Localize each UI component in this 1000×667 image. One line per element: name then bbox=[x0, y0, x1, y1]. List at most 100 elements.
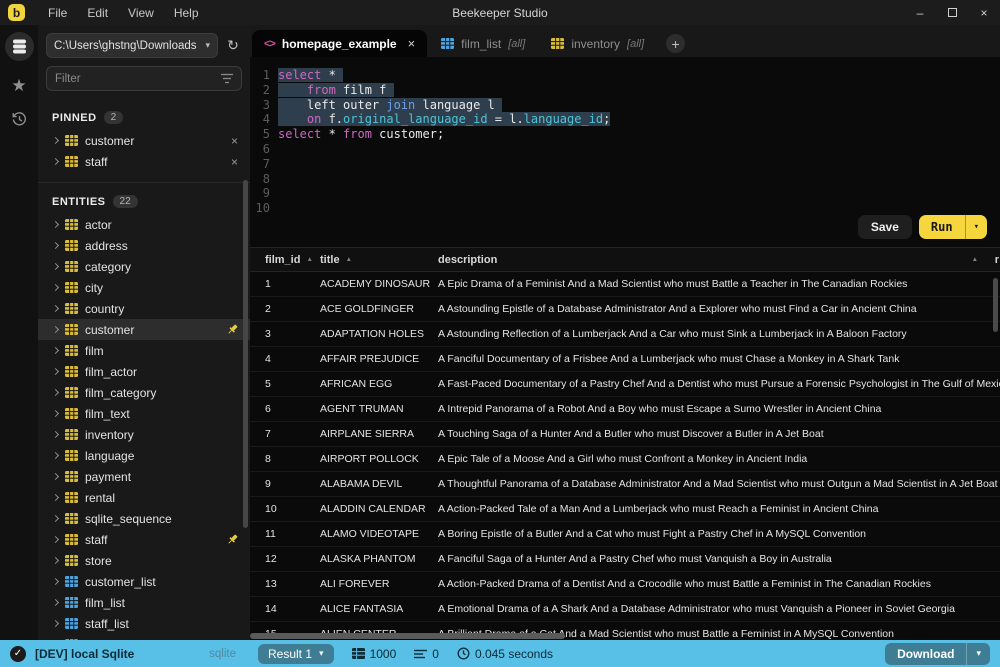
pin-icon[interactable] bbox=[226, 323, 239, 336]
cell-title[interactable]: AGENT TRUMAN bbox=[320, 403, 438, 415]
chevron-right-icon[interactable] bbox=[52, 263, 59, 270]
table-row[interactable]: 13 ALI FOREVER A Action-Packed Drama of … bbox=[250, 572, 1000, 597]
cell-film-id[interactable]: 3 bbox=[250, 328, 320, 340]
chevron-right-icon[interactable] bbox=[52, 578, 59, 585]
cell-film-id[interactable]: 13 bbox=[250, 578, 320, 590]
cell-title[interactable]: ADAPTATION HOLES bbox=[320, 328, 438, 340]
entity-item-film_category[interactable]: film_category bbox=[38, 382, 250, 403]
column-header-title[interactable]: title▲ bbox=[320, 254, 438, 266]
entity-item-city[interactable]: city bbox=[38, 277, 250, 298]
tab-inventory[interactable]: inventory [all] bbox=[539, 30, 656, 57]
table-row[interactable]: 3 ADAPTATION HOLES A Astounding Reflecti… bbox=[250, 322, 1000, 347]
cell-title[interactable]: ALABAMA DEVIL bbox=[320, 478, 438, 490]
favorites-icon[interactable]: ★ bbox=[11, 77, 26, 94]
entity-filter[interactable] bbox=[46, 66, 242, 91]
entity-item-inventory[interactable]: inventory bbox=[38, 424, 250, 445]
sort-asc-icon[interactable]: ▲ bbox=[346, 256, 352, 263]
maximize-button[interactable] bbox=[936, 6, 968, 20]
table-row[interactable]: 7 AIRPLANE SIERRA A Touching Saga of a H… bbox=[250, 422, 1000, 447]
sql-editor[interactable]: 1select * 2 from film f 3 left outer joi… bbox=[250, 57, 1000, 247]
entity-item-film[interactable]: film bbox=[38, 340, 250, 361]
cell-title[interactable]: AIRPLANE SIERRA bbox=[320, 428, 438, 440]
chevron-down-icon[interactable]: ▾ bbox=[966, 222, 987, 232]
cell-film-id[interactable]: 12 bbox=[250, 553, 320, 565]
cell-film-id[interactable]: 9 bbox=[250, 478, 320, 490]
pinned-item-staff[interactable]: staff× bbox=[38, 151, 250, 172]
chevron-right-icon[interactable] bbox=[52, 557, 59, 564]
cell-description[interactable]: A Astounding Reflection of a Lumberjack … bbox=[438, 328, 1000, 340]
cell-film-id[interactable]: 6 bbox=[250, 403, 320, 415]
entity-item-rental[interactable]: rental bbox=[38, 487, 250, 508]
tab-homepage_example[interactable]: <>homepage_example× bbox=[252, 30, 427, 57]
column-header-film_id[interactable]: film_id▲ bbox=[250, 254, 320, 266]
connection-select[interactable]: C:\Users\ghstng\Downloads ▾ bbox=[46, 33, 218, 58]
cell-description[interactable]: A Astounding Epistle of a Database Admin… bbox=[438, 303, 1000, 315]
table-row[interactable]: 10 ALADDIN CALENDAR A Action-Packed Tale… bbox=[250, 497, 1000, 522]
cell-film-id[interactable]: 14 bbox=[250, 603, 320, 615]
chevron-right-icon[interactable] bbox=[52, 326, 59, 333]
entity-item-staff[interactable]: staff bbox=[38, 529, 250, 550]
table-row[interactable]: 5 AFRICAN EGG A Fast-Paced Documentary o… bbox=[250, 372, 1000, 397]
cell-film-id[interactable]: 10 bbox=[250, 503, 320, 515]
pin-icon[interactable] bbox=[226, 533, 239, 546]
table-row[interactable]: 2 ACE GOLDFINGER A Astounding Epistle of… bbox=[250, 297, 1000, 322]
entity-item-category[interactable]: category bbox=[38, 256, 250, 277]
results-vertical-scrollbar[interactable] bbox=[993, 278, 998, 332]
save-button[interactable]: Save bbox=[858, 215, 912, 239]
cell-description[interactable]: A Fanciful Saga of a Hunter And a Pastry… bbox=[438, 553, 1000, 565]
sort-asc-icon[interactable]: ▲ bbox=[972, 256, 978, 263]
entity-item-customer_list[interactable]: customer_list bbox=[38, 571, 250, 592]
entity-item-customer[interactable]: customer bbox=[38, 319, 250, 340]
cell-film-id[interactable]: 5 bbox=[250, 378, 320, 390]
entity-item-address[interactable]: address bbox=[38, 235, 250, 256]
cell-film-id[interactable]: 11 bbox=[250, 528, 320, 540]
chevron-right-icon[interactable] bbox=[52, 536, 59, 543]
chevron-right-icon[interactable] bbox=[52, 347, 59, 354]
cell-title[interactable]: ALICE FANTASIA bbox=[320, 603, 438, 615]
chevron-right-icon[interactable] bbox=[52, 368, 59, 375]
tab-film_list[interactable]: film_list [all] bbox=[429, 30, 537, 57]
entity-item-film_text[interactable]: film_text bbox=[38, 403, 250, 424]
cell-film-id[interactable]: 4 bbox=[250, 353, 320, 365]
cell-film-id[interactable]: 1 bbox=[250, 278, 320, 290]
chevron-right-icon[interactable] bbox=[52, 221, 59, 228]
table-row[interactable]: 14 ALICE FANTASIA A Emotional Drama of a… bbox=[250, 597, 1000, 622]
table-row[interactable]: 12 ALASKA PHANTOM A Fanciful Saga of a H… bbox=[250, 547, 1000, 572]
download-button[interactable]: Download ▾ bbox=[885, 643, 990, 665]
refresh-icon[interactable]: ↻ bbox=[224, 37, 242, 54]
chevron-right-icon[interactable] bbox=[52, 473, 59, 480]
entity-item-film_list[interactable]: film_list bbox=[38, 592, 250, 613]
database-panel-icon[interactable] bbox=[5, 32, 34, 61]
entity-item-store[interactable]: store bbox=[38, 550, 250, 571]
table-row[interactable]: 11 ALAMO VIDEOTAPE A Boring Epistle of a… bbox=[250, 522, 1000, 547]
chevron-right-icon[interactable] bbox=[52, 410, 59, 417]
pinned-item-customer[interactable]: customer× bbox=[38, 130, 250, 151]
cell-film-id[interactable]: 2 bbox=[250, 303, 320, 315]
minimize-button[interactable]: – bbox=[904, 6, 936, 20]
unpin-icon[interactable]: × bbox=[231, 155, 238, 169]
entity-item-actor[interactable]: actor bbox=[38, 214, 250, 235]
table-row[interactable]: 1 ACADEMY DINOSAUR A Epic Drama of a Fem… bbox=[250, 272, 1000, 297]
cell-title[interactable]: AIRPORT POLLOCK bbox=[320, 453, 438, 465]
cell-description[interactable]: A Thoughtful Panorama of a Database Admi… bbox=[438, 478, 1000, 490]
cell-film-id[interactable]: 7 bbox=[250, 428, 320, 440]
chevron-right-icon[interactable] bbox=[52, 158, 59, 165]
cell-description[interactable]: A Boring Epistle of a Butler And a Cat w… bbox=[438, 528, 1000, 540]
cell-description[interactable]: A Emotional Drama of a A Shark And a Dat… bbox=[438, 603, 1000, 615]
menu-view[interactable]: View bbox=[118, 6, 164, 20]
menu-edit[interactable]: Edit bbox=[77, 6, 118, 20]
entity-item-staff_list[interactable]: staff_list bbox=[38, 613, 250, 634]
cell-description[interactable]: A Epic Drama of a Feminist And a Mad Sci… bbox=[438, 278, 1000, 290]
cell-title[interactable]: AFRICAN EGG bbox=[320, 378, 438, 390]
cell-title[interactable]: ALASKA PHANTOM bbox=[320, 553, 438, 565]
cell-title[interactable]: ACE GOLDFINGER bbox=[320, 303, 438, 315]
column-header-description[interactable]: description bbox=[438, 254, 1000, 266]
chevron-right-icon[interactable] bbox=[52, 494, 59, 501]
entity-item-film_actor[interactable]: film_actor bbox=[38, 361, 250, 382]
cell-description[interactable]: A Action-Packed Tale of a Man And a Lumb… bbox=[438, 503, 1000, 515]
cell-title[interactable]: AFFAIR PREJUDICE bbox=[320, 353, 438, 365]
chevron-right-icon[interactable] bbox=[52, 515, 59, 522]
cell-title[interactable]: ACADEMY DINOSAUR bbox=[320, 278, 438, 290]
cell-title[interactable]: ALI FOREVER bbox=[320, 578, 438, 590]
filter-input[interactable] bbox=[55, 73, 221, 85]
